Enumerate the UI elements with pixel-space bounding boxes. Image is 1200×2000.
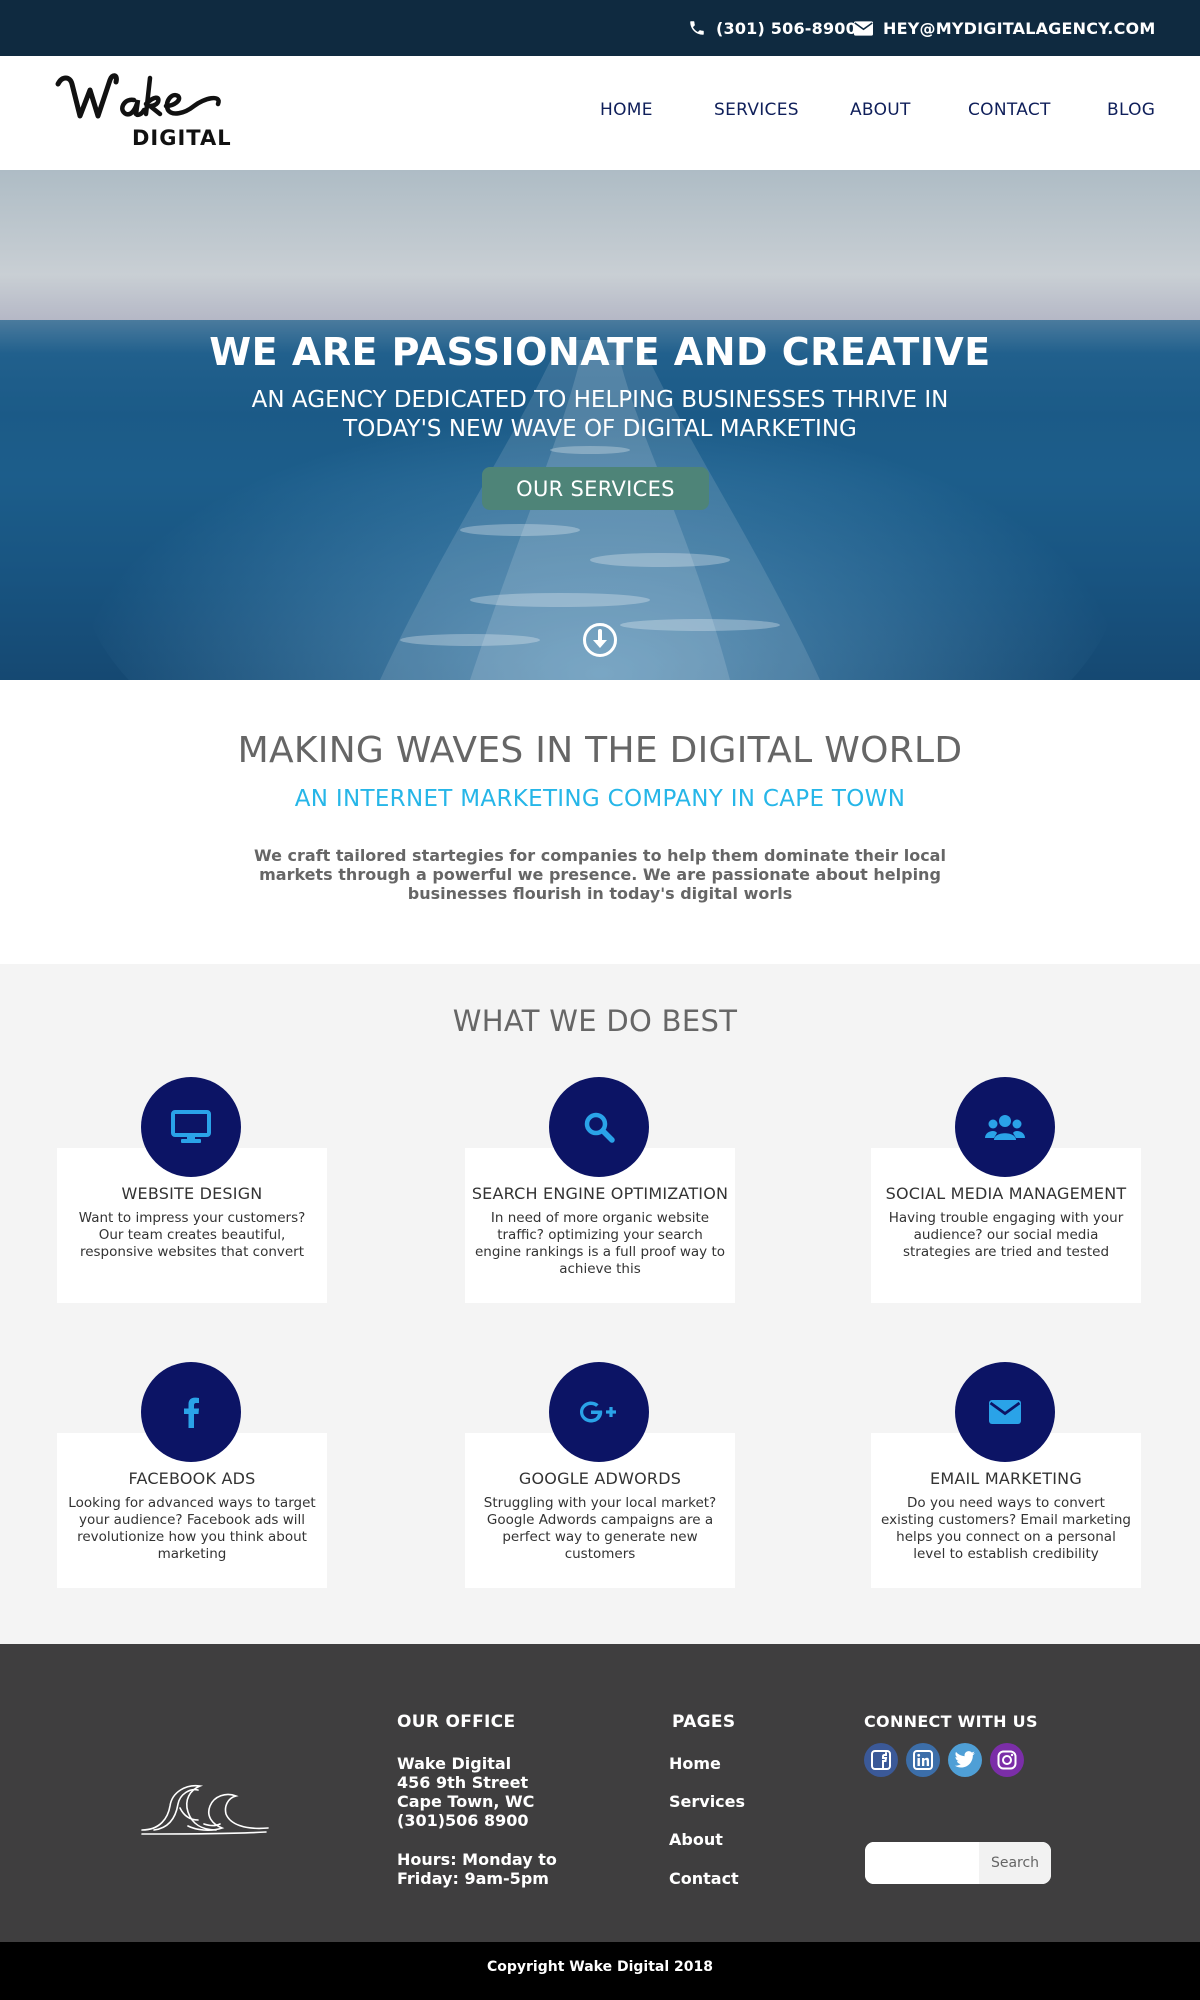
service-text: Looking for advanced ways to target your…	[68, 1495, 316, 1562]
office-details: Wake Digital 456 9th Street Cape Town, W…	[397, 1754, 557, 1888]
search-button[interactable]: Search	[979, 1842, 1051, 1884]
service-text: Struggling with your local market? Googl…	[483, 1495, 717, 1562]
main-nav: HOME SERVICES ABOUT CONTACT BLOG	[0, 100, 1200, 126]
social-twitter[interactable]	[948, 1743, 982, 1777]
search-input[interactable]	[865, 1842, 979, 1884]
phone-number: (301) 506-8900	[716, 18, 857, 38]
copyright-bar: Copyright Wake Digital 2018	[0, 1942, 1200, 2000]
footer-search: Search	[865, 1842, 1051, 1884]
users-icon	[985, 1115, 1025, 1140]
phone-icon	[690, 21, 704, 35]
hero-title: WE ARE PASSIONATE AND CREATIVE	[209, 330, 991, 374]
nav-services[interactable]: SERVICES	[714, 100, 799, 120]
facebook-icon	[184, 1397, 199, 1428]
footer-link-contact[interactable]: Contact	[669, 1869, 739, 1888]
service-title: SEARCH ENGINE OPTIMIZATION	[471, 1184, 729, 1203]
service-icon-circle	[955, 1077, 1055, 1177]
service-title: GOOGLE ADWORDS	[518, 1469, 682, 1488]
intro-section: MAKING WAVES IN THE DIGITAL WORLD AN INT…	[0, 680, 1200, 964]
social-linkedin[interactable]	[906, 1743, 940, 1777]
footer-link-about[interactable]: About	[669, 1830, 723, 1849]
envelope-icon	[854, 20, 873, 36]
service-title: FACEBOOK ADS	[128, 1469, 256, 1488]
intro-heading: MAKING WAVES IN THE DIGITAL WORLD	[237, 730, 963, 771]
service-icon-circle	[141, 1077, 241, 1177]
office-line: Cape Town, WC	[397, 1792, 535, 1811]
service-text: Having trouble engaging with your audien…	[888, 1210, 1124, 1260]
nav-contact[interactable]: CONTACT	[968, 100, 1051, 120]
services-section: WHAT WE DO BEST WEBSITE DESIGN Want to i…	[0, 964, 1200, 1644]
site-footer: OUR OFFICE Wake Digital 456 9th Street C…	[0, 1644, 1200, 1942]
service-title: EMAIL MARKETING	[930, 1469, 1082, 1488]
arrow-down-circle-icon[interactable]	[582, 622, 618, 658]
service-title: WEBSITE DESIGN	[121, 1184, 263, 1203]
footer-link-home[interactable]: Home	[669, 1754, 721, 1773]
office-line: (301)506 8900	[397, 1811, 529, 1830]
connect-title: CONNECT WITH US	[864, 1712, 1038, 1731]
top-contact-bar: (301) 506-8900 HEY@MYDIGITALAGENCY.COM	[0, 0, 1200, 56]
hero-section: WE ARE PASSIONATE AND CREATIVE AN AGENCY…	[0, 170, 1200, 680]
social-links	[864, 1743, 1024, 1777]
envelope-icon	[989, 1400, 1021, 1424]
facebook-icon	[871, 1750, 891, 1770]
phone-contact[interactable]: (301) 506-8900	[688, 16, 857, 40]
intro-subheading: AN INTERNET MARKETING COMPANY IN CAPE TO…	[294, 786, 906, 812]
twitter-icon	[954, 1751, 975, 1768]
instagram-icon	[997, 1750, 1017, 1770]
service-icon-circle	[955, 1362, 1055, 1462]
hero-subtitle: AN AGENCY DEDICATED TO HELPING BUSINESSE…	[251, 387, 949, 442]
service-icon-circle	[549, 1362, 649, 1462]
services-heading: WHAT WE DO BEST	[452, 1004, 738, 1038]
social-instagram[interactable]	[990, 1743, 1024, 1777]
site-header: DIGITAL HOME SERVICES ABOUT CONTACT BLOG	[0, 56, 1200, 170]
email-contact[interactable]: HEY@MYDIGITALAGENCY.COM	[854, 16, 1155, 40]
service-icon-circle	[141, 1362, 241, 1462]
monitor-icon	[171, 1110, 211, 1143]
service-text: Do you need ways to convert existing cus…	[881, 1495, 1131, 1562]
footer-link-services[interactable]: Services	[669, 1792, 745, 1811]
hours-line: Hours: Monday to	[397, 1850, 557, 1869]
nav-home[interactable]: HOME	[600, 100, 653, 120]
search-icon	[584, 1112, 615, 1143]
hours-line: Friday: 9am-5pm	[397, 1869, 549, 1888]
our-services-button[interactable]: OUR SERVICES	[482, 467, 709, 510]
wave-logo-icon	[141, 1784, 269, 1835]
office-spacer	[397, 1830, 557, 1850]
service-text: Want to impress your customers? Our team…	[78, 1210, 306, 1260]
intro-text: We craft tailored startegies for compani…	[254, 846, 946, 903]
service-text: In need of more organic website traffic?…	[474, 1210, 725, 1277]
pages-title: PAGES	[672, 1712, 736, 1732]
linkedin-icon	[913, 1750, 933, 1770]
nav-blog[interactable]: BLOG	[1107, 100, 1155, 120]
service-icon-circle	[549, 1077, 649, 1177]
service-title: SOCIAL MEDIA MANAGEMENT	[885, 1184, 1127, 1203]
office-line: Wake Digital	[397, 1754, 512, 1773]
google-plus-icon	[580, 1401, 616, 1423]
office-line: 456 9th Street	[397, 1773, 529, 1792]
email-address: HEY@MYDIGITALAGENCY.COM	[883, 18, 1156, 38]
office-title: OUR OFFICE	[397, 1712, 516, 1732]
nav-about[interactable]: ABOUT	[850, 100, 911, 120]
logo-digital-text: DIGITAL	[132, 126, 232, 150]
social-facebook[interactable]	[864, 1743, 898, 1777]
